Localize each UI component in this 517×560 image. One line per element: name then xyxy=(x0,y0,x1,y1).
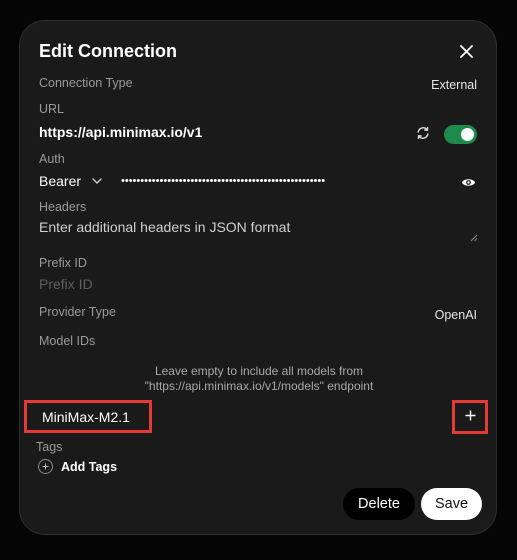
auth-method-value: Bearer xyxy=(39,173,82,189)
connection-type-toggle[interactable]: External xyxy=(431,78,477,92)
model-id-input[interactable]: MiniMax-M2.1 xyxy=(24,400,152,433)
model-id-value: MiniMax-M2.1 xyxy=(42,408,130,425)
url-label: URL xyxy=(39,102,65,116)
delete-button[interactable]: Delete xyxy=(343,488,415,520)
resize-handle-icon[interactable] xyxy=(470,229,478,247)
refresh-icon[interactable] xyxy=(416,126,432,142)
chevron-down-icon xyxy=(92,177,102,185)
prefix-id-input[interactable]: Prefix ID xyxy=(39,276,478,292)
headers-textarea[interactable]: Enter additional headers in JSON format xyxy=(39,219,478,247)
toggle-knob xyxy=(461,128,474,141)
close-icon[interactable] xyxy=(456,41,476,61)
save-button[interactable]: Save xyxy=(421,488,482,520)
tags-label: Tags xyxy=(36,440,63,454)
plus-icon xyxy=(465,408,476,426)
url-enabled-toggle[interactable] xyxy=(444,125,477,144)
model-ids-hint-line1: Leave empty to include all models from xyxy=(154,364,364,378)
model-ids-label: Model IDs xyxy=(39,334,96,348)
add-model-button[interactable] xyxy=(452,400,488,434)
dialog-title: Edit Connection xyxy=(39,41,177,61)
add-tags-button[interactable]: Add Tags xyxy=(38,459,117,474)
prefix-id-label: Prefix ID xyxy=(39,256,87,270)
provider-type-label: Provider Type xyxy=(39,305,116,319)
headers-placeholder: Enter additional headers in JSON format xyxy=(39,219,291,235)
connection-type-label: Connection Type xyxy=(39,76,133,90)
headers-label: Headers xyxy=(39,200,87,214)
add-circle-icon xyxy=(38,459,53,474)
model-ids-hint-line2: "https://api.minimax.io/v1/models" endpo… xyxy=(144,379,374,393)
add-tags-label: Add Tags xyxy=(61,459,118,474)
auth-label: Auth xyxy=(39,152,65,166)
edit-connection-dialog: Edit Connection Connection Type External… xyxy=(19,20,497,535)
eye-icon[interactable] xyxy=(461,175,477,187)
auth-method-select[interactable]: Bearer xyxy=(39,173,102,189)
api-key-input[interactable]: ••••••••••••••••••••••••••••••••••••••••… xyxy=(121,171,457,191)
url-input[interactable]: https://api.minimax.io/v1 xyxy=(39,124,202,140)
provider-type-toggle[interactable]: OpenAI xyxy=(435,308,477,322)
